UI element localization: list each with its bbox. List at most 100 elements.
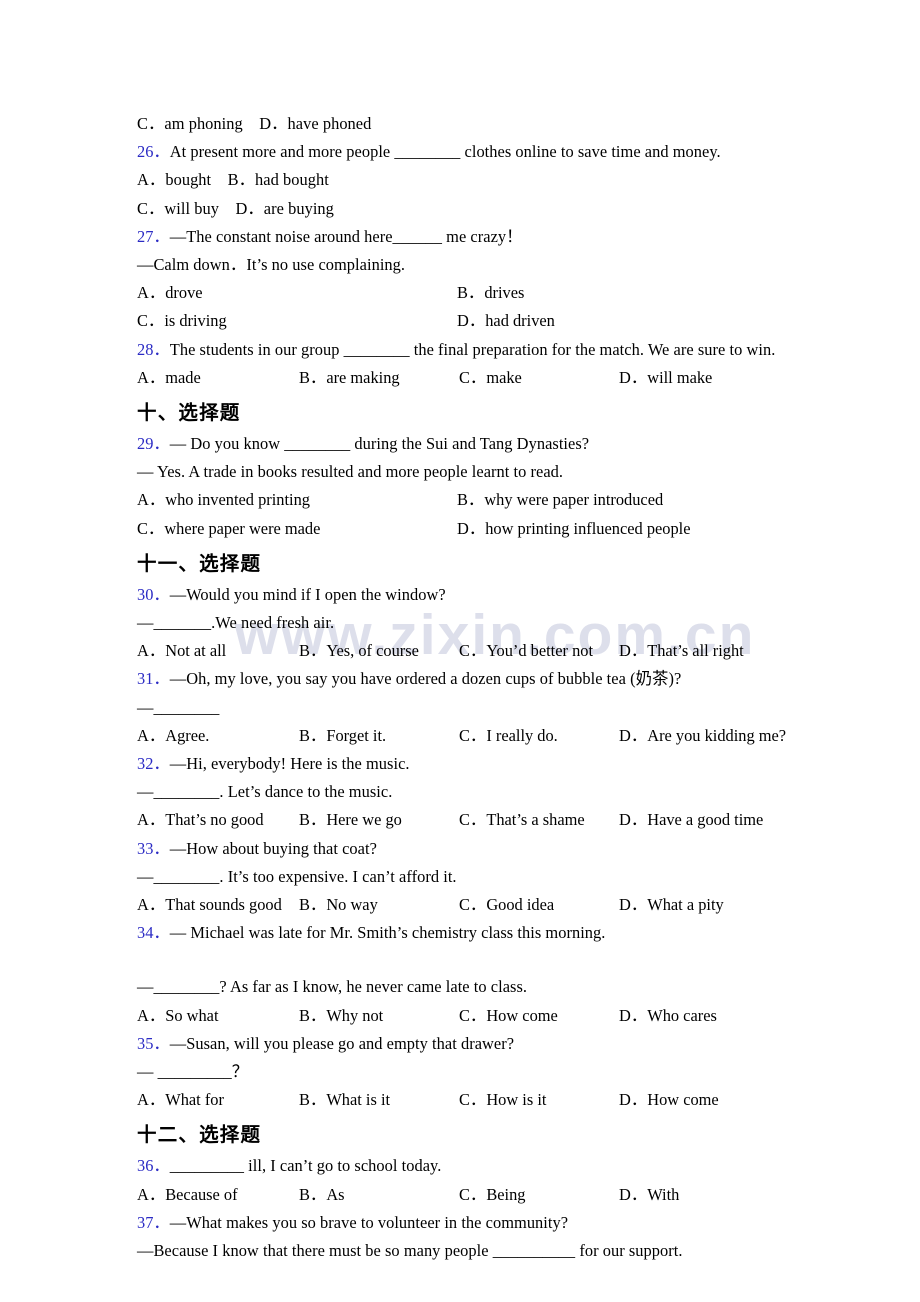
question-29-option-d: D．how printing influenced people [457, 518, 691, 538]
question-33-text: —How about buying that coat? [169, 838, 377, 858]
question-31-option-a: A．Agree. [137, 725, 210, 745]
question-27-options-row-2: C．is driving D．had driven [137, 307, 837, 335]
question-29-reply: — Yes. A trade in books resulted and mor… [137, 462, 564, 482]
question-33-option-a: A．That sounds good [137, 894, 282, 914]
question-29-stem: 29．— Do you know ________ during the Sui… [137, 430, 837, 458]
question-34-option-d: D．Who cares [619, 1005, 717, 1025]
question-30-option-a: A．Not at all [137, 641, 227, 661]
question-35-option-b: B．What is it [299, 1090, 391, 1110]
question-35-reply: — _________？ [137, 1061, 249, 1081]
question-31-option-d: D．Are you kidding me? [619, 725, 787, 745]
question-30-option-b: B．Yes, of course [299, 641, 419, 661]
question-29-options-row-2: C．where paper were made D．how printing i… [137, 515, 837, 543]
question-33-stem: 33．—How about buying that coat? [137, 835, 837, 863]
question-27-reply: —Calm down．It’s no use complaining. [137, 255, 406, 275]
question-29-number: 29． [137, 433, 170, 453]
question-33-number: 33． [137, 838, 170, 858]
question-37-stem: 37．—What makes you so brave to volunteer… [137, 1209, 837, 1237]
question-37-text: —What makes you so brave to volunteer in… [169, 1212, 569, 1232]
question-33-reply: —________. It’s too expensive. I can’t a… [137, 866, 457, 886]
question-28-number: 28． [137, 339, 170, 359]
question-35-number: 35． [137, 1033, 170, 1053]
question-27-option-c: C．is driving [137, 311, 227, 331]
question-29-options-row-1: A．who invented printing B．why were paper… [137, 486, 837, 514]
section-heading-10: 十、选择题 [137, 400, 241, 424]
question-34-text: — Michael was late for Mr. Smith’s chemi… [169, 923, 606, 943]
question-29-option-c: C．where paper were made [137, 518, 321, 538]
question-31-option-c: C．I really do. [459, 725, 558, 745]
question-29-option-a: A．who invented printing [137, 490, 310, 510]
question-31-reply: —________ [137, 697, 220, 717]
question-29-text: — Do you know ________ during the Sui an… [169, 433, 590, 453]
question-31-text: —Oh, my love, you say you have ordered a… [169, 669, 682, 689]
question-26-number: 26． [137, 142, 170, 162]
question-37-number: 37． [137, 1212, 170, 1232]
question-31-options: A．Agree. B．Forget it. C．I really do. D．A… [137, 722, 837, 750]
question-26-options-row-1: A．bought B．had bought [137, 170, 329, 190]
question-28-option-b: B．are making [299, 367, 400, 387]
question-31-stem: 31．—Oh, my love, you say you have ordere… [137, 665, 837, 693]
question-30-options: A．Not at all B．Yes, of course C．You’d be… [137, 637, 837, 665]
question-33-option-c: C．Good idea [459, 894, 555, 914]
question-32-number: 32． [137, 753, 170, 773]
question-32-option-a: A．That’s no good [137, 810, 264, 830]
question-33-option-d: D．What a pity [619, 894, 724, 914]
question-32-option-c: C．That’s a shame [459, 810, 585, 830]
question-34-option-a: A．So what [137, 1005, 219, 1025]
question-34-stem: 34．— Michael was late for Mr. Smith’s ch… [137, 919, 837, 947]
question-34-options: A．So what B．Why not C．How come D．Who car… [137, 1002, 837, 1030]
question-31-number: 31． [137, 669, 170, 689]
question-33-option-b: B．No way [299, 894, 378, 914]
question-32-options: A．That’s no good B．Here we go C．That’s a… [137, 806, 837, 834]
question-35-stem: 35．—Susan, will you please go and empty … [137, 1030, 837, 1058]
question-27-stem: 27．—The constant noise around here______… [137, 223, 837, 251]
question-27-number: 27． [137, 226, 170, 246]
question-36-stem: 36．_________ ill, I can’t go to school t… [137, 1152, 837, 1180]
question-28-text: The students in our group ________ the f… [169, 339, 776, 359]
question-34-reply: —________? As far as I know, he never ca… [137, 977, 528, 997]
question-26-stem: 26．At present more and more people _____… [137, 138, 837, 166]
question-32-option-b: B．Here we go [299, 810, 402, 830]
question-35-options: A．What for B．What is it C．How is it D．Ho… [137, 1086, 837, 1114]
question-36-option-c: C．Being [459, 1184, 526, 1204]
question-27-option-b: B．drives [457, 283, 525, 303]
question-29-option-b: B．why were paper introduced [457, 490, 664, 510]
question-36-number: 36． [137, 1156, 170, 1176]
question-25-options-tail: C．am phoning D．have phoned [137, 114, 372, 133]
question-28-option-c: C．make [459, 367, 522, 387]
question-27-text: —The constant noise around here______ me… [169, 226, 523, 246]
question-27-options-row-1: A．drove B．drives [137, 279, 837, 307]
question-35-option-a: A．What for [137, 1090, 224, 1110]
question-28-option-a: A．made [137, 367, 201, 387]
question-30-stem: 30．—Would you mind if I open the window? [137, 581, 837, 609]
question-32-text: —Hi, everybody! Here is the music. [169, 753, 410, 773]
question-31-option-b: B．Forget it. [299, 725, 387, 745]
question-26-text: At present more and more people ________… [169, 142, 721, 162]
question-27-option-d: D．had driven [457, 311, 555, 331]
question-35-option-d: D．How come [619, 1090, 719, 1110]
section-heading-12: 十二、选择题 [137, 1123, 262, 1147]
question-34-option-c: C．How come [459, 1005, 558, 1025]
question-35-option-c: C．How is it [459, 1090, 547, 1110]
question-28-stem: 28．The students in our group ________ th… [137, 336, 837, 364]
question-36-option-b: B．As [299, 1184, 345, 1204]
question-30-option-c: C．You’d better not [459, 641, 594, 661]
question-28-option-d: D．will make [619, 367, 713, 387]
question-28-options: A．made B．are making C．make D．will make [137, 364, 837, 392]
question-32-option-d: D．Have a good time [619, 810, 764, 830]
question-35-text: —Susan, will you please go and empty tha… [169, 1033, 515, 1053]
question-32-reply: —________. Let’s dance to the music. [137, 782, 393, 802]
document-page: www.zixin.com.cn C．am phoning D．have pho… [0, 0, 920, 1302]
question-36-option-a: A．Because of [137, 1184, 238, 1204]
question-36-text: _________ ill, I can’t go to school toda… [169, 1156, 442, 1176]
question-33-options: A．That sounds good B．No way C．Good idea … [137, 891, 837, 919]
question-32-stem: 32．—Hi, everybody! Here is the music. [137, 750, 837, 778]
section-heading-11: 十一、选择题 [137, 551, 262, 575]
question-30-option-d: D．That’s all right [619, 641, 744, 661]
question-36-option-d: D．With [619, 1184, 680, 1204]
question-26-options-row-2: C．will buy D．are buying [137, 198, 334, 218]
question-37-reply: —Because I know that there must be so ma… [137, 1240, 683, 1260]
question-30-text: —Would you mind if I open the window? [169, 584, 446, 604]
question-34-number: 34． [137, 923, 170, 943]
question-30-reply: —_______.We need fresh air. [137, 612, 335, 632]
